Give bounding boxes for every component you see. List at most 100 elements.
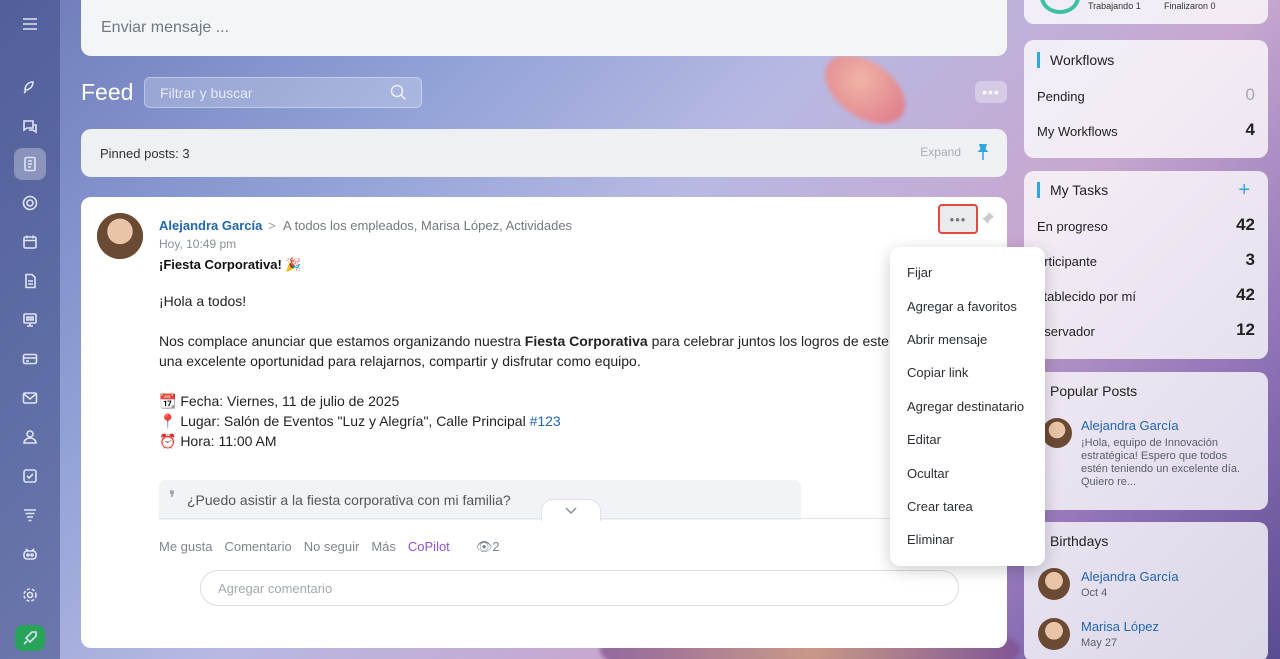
birthday-avatar[interactable] [1038,618,1070,650]
post-place-line: 📍 Lugar: Salón de Eventos "Luz y Alegría… [159,411,919,431]
post-more-button[interactable]: ••• [938,204,978,234]
time-tracking-card: Trabajando 1 Finalizaron 0 [1024,0,1268,24]
row-label: En progreso [1037,219,1108,234]
workflow-row-pending[interactable]: Pending 0 [1037,85,1255,104]
tasks-icon[interactable] [14,460,46,492]
menu-item-favorites[interactable]: Agregar a favoritos [890,289,1045,322]
para-bold: Fiesta Corporativa [524,333,648,349]
working-count: Trabajando 1 [1088,1,1141,11]
filter-search-input[interactable]: Filtrar y buscar [144,77,422,108]
menu-item-create-task[interactable]: Crear tarea [890,490,1045,523]
feed-icon[interactable] [14,148,46,180]
row-label: Pending [1037,89,1085,104]
birthday-name[interactable]: Marisa López [1081,619,1159,634]
birthdays-title: Birthdays [1037,533,1108,549]
groups-icon[interactable] [14,187,46,219]
workflows-title[interactable]: Workflows [1037,52,1114,68]
expand-link[interactable]: Expand [920,145,961,159]
like-button[interactable]: Me gusta [159,539,212,555]
menu-item-open[interactable]: Abrir mensaje [890,323,1045,356]
menu-item-pin[interactable]: Fijar [890,256,1045,289]
post-paragraph: Nos complace anunciar que estamos organi… [159,331,919,371]
commenter-avatar [97,213,143,259]
birthdays-card: Birthdays Alejandra García Oct 4 Marisa … [1024,522,1268,659]
more-actions-button[interactable]: Más [371,539,396,555]
row-label: My Workflows [1037,124,1118,139]
post-hour-line: ⏰ Hora: 11:00 AM [159,433,277,449]
pinned-posts-bar[interactable]: Pinned posts: 3 Expand [81,129,1007,177]
post-greeting: ¡Hola a todos! [159,293,247,309]
task-row-created[interactable]: stablecido por mí 42 [1037,285,1255,304]
search-icon[interactable] [390,84,407,104]
settings-icon[interactable] [14,579,46,611]
boards-icon[interactable] [14,304,46,336]
bot-icon[interactable] [14,538,46,570]
post-context-menu: Fijar Agregar a favoritos Abrir mensaje … [890,247,1045,566]
quote-icon: ❜ [169,488,176,510]
menu-icon[interactable] [14,8,46,40]
copilot-icon[interactable] [14,71,46,103]
employees-icon[interactable] [14,421,46,453]
filter-placeholder: Filtrar y buscar [160,85,253,101]
comment-button[interactable]: Comentario [224,539,291,555]
row-value: 42 [1236,285,1255,304]
calendar-icon[interactable] [14,226,46,258]
hashtag-link[interactable]: #123 [530,413,561,429]
send-message-input[interactable]: Enviar mensaje ... [81,0,1007,56]
page-title: Feed [81,79,134,105]
tasks-title[interactable]: My Tasks [1037,182,1108,198]
comment-input[interactable]: Agregar comentario [200,570,959,606]
menu-item-delete[interactable]: Eliminar [890,523,1045,556]
mail-icon[interactable] [14,382,46,414]
row-value: 3 [1245,250,1255,269]
popular-posts-card: Popular Posts Alejandra García ¡Hola, eq… [1024,372,1268,510]
quote-text: ¿Puedo asistir a la fiesta corporativa c… [187,492,511,508]
post-time[interactable]: Hoy, 10:49 pm [159,237,236,251]
para-text-3: una excelente oportunidad para relajarno… [159,353,641,369]
views-counter[interactable]: 👁2 [476,539,500,555]
row-value: 4 [1245,120,1255,139]
crm-icon[interactable] [14,343,46,375]
row-label: bservador [1037,324,1095,339]
menu-item-edit[interactable]: Editar [890,423,1045,456]
task-row-observer[interactable]: bservador 12 [1037,320,1255,339]
add-task-button[interactable]: + [1238,179,1250,202]
popular-author-avatar[interactable] [1042,418,1072,448]
chat-icon[interactable] [14,110,46,142]
quoted-comment[interactable]: ❜ ¿Puedo asistir a la fiesta corporativa… [159,480,801,520]
para-text-2: para celebrar juntos los logros de este … [647,333,901,349]
feed-post: Alejandra García > A todos los empleados… [81,197,1007,648]
left-sidebar [0,0,60,659]
recipients-separator: > [268,218,276,233]
my-tasks-card: My Tasks + En progreso 42 articipante 3 st… [1024,171,1268,359]
rocket-icon[interactable] [15,625,45,651]
copilot-button[interactable]: CoPilot [408,539,450,555]
post-date-line: 📆 Fecha: Viernes, 11 de julio de 2025 [159,393,400,409]
row-value: 42 [1236,215,1255,234]
workflow-row-mine[interactable]: My Workflows 4 [1037,120,1255,139]
task-row-progress[interactable]: En progreso 42 [1037,215,1255,234]
feed-more-button[interactable]: ••• [975,81,1007,103]
row-value: 0 [1245,85,1255,104]
unfollow-button[interactable]: No seguir [304,539,360,555]
place-text: 📍 Lugar: Salón de Eventos "Luz y Alegría… [159,413,530,429]
popular-excerpt[interactable]: ¡Hola, equipo de Innovación estratégica!… [1081,437,1246,489]
post-pin-icon[interactable] [981,211,995,230]
documents-icon[interactable] [14,265,46,297]
menu-item-copy-link[interactable]: Copiar link [890,356,1045,389]
chevron-down-icon[interactable] [541,499,601,521]
birthday-date: May 27 [1081,637,1118,649]
automation-icon[interactable] [14,499,46,531]
popular-author[interactable]: Alejandra García [1081,418,1179,433]
menu-item-hide[interactable]: Ocultar [890,456,1045,489]
pinned-count: Pinned posts: 3 [100,145,190,161]
post-author[interactable]: Alejandra García [159,218,262,233]
task-row-participant[interactable]: articipante 3 [1037,250,1255,269]
post-recipients[interactable]: A todos los empleados, Marisa López, Act… [283,218,572,233]
pin-icon[interactable] [977,143,989,164]
menu-item-add-recipient[interactable]: Agregar destinatario [890,390,1045,423]
birthday-name[interactable]: Alejandra García [1081,569,1179,584]
post-title: ¡Fiesta Corporativa! 🎉 [159,257,302,272]
birthday-avatar[interactable] [1038,568,1070,600]
para-text-1: Nos complace anunciar que estamos organi… [159,333,525,349]
